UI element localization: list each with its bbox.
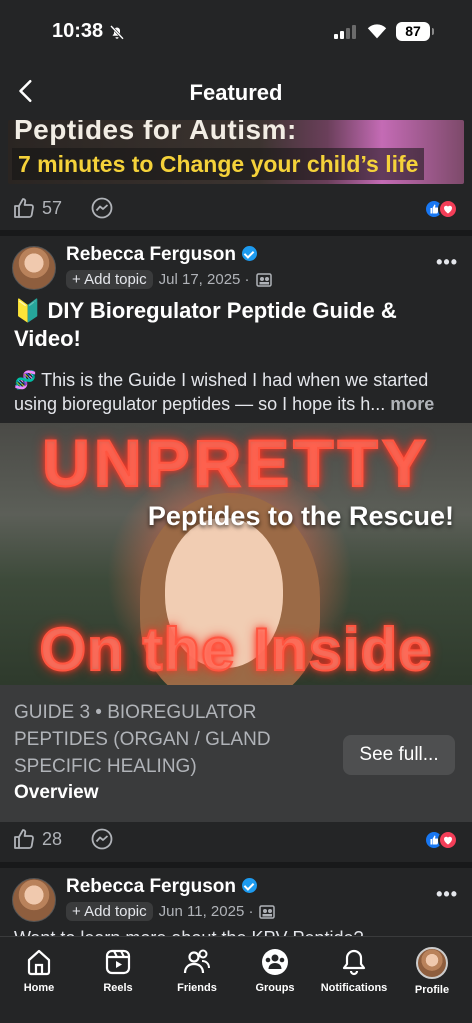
tab-friends[interactable]: Friends [157, 947, 237, 994]
author-avatar[interactable] [12, 878, 56, 922]
groups-icon [262, 949, 288, 975]
tab-label: Reels [103, 982, 133, 994]
reaction-badges[interactable] [424, 199, 460, 219]
post-meta: + Add topic Jun 11, 2025 · [66, 902, 276, 921]
wifi-icon [367, 24, 387, 39]
add-topic-button[interactable]: + Add topic [66, 902, 153, 921]
tab-home[interactable]: Home [0, 947, 79, 994]
messenger-share-icon[interactable] [90, 827, 114, 851]
cellular-signal-icon [334, 24, 356, 39]
post-date: Jun 11, 2025 · [158, 903, 254, 920]
bottom-tab-bar: Home Reels Friends Groups Notifications … [0, 936, 472, 1023]
image-footer-text: On the Inside [38, 615, 433, 684]
verified-badge-icon [242, 246, 257, 261]
status-time: 10:38 [52, 20, 104, 42]
tab-label: Profile [414, 984, 450, 996]
more-options-icon[interactable]: ••• [436, 884, 458, 905]
video-thumbnail[interactable]: Peptides for Autism: 7 minutes to Change… [8, 120, 464, 184]
page-title: Featured [189, 80, 283, 105]
post-meta: + Add topic Jul 17, 2025 · [66, 270, 272, 289]
like-count: 28 [42, 829, 63, 849]
image-headline: UNPRETTY [41, 425, 430, 501]
author-name[interactable]: Rebecca Ferguson [66, 876, 257, 898]
post-body: 🧬 This is the Guide I wished I had when … [14, 370, 435, 414]
tab-profile[interactable]: Profile [392, 947, 472, 996]
avatar [416, 947, 448, 979]
image-subheadline: Peptides to the Rescue! [147, 501, 454, 531]
tab-label: Friends [177, 982, 217, 994]
thumbnail-title: Peptides for Autism: [14, 120, 297, 145]
tab-label: Notifications [320, 982, 388, 994]
home-icon [27, 949, 51, 976]
like-count: 57 [42, 198, 63, 218]
post-header: Rebecca Ferguson + Add topic Jun 11, 202… [0, 874, 472, 934]
reaction-badges[interactable] [424, 830, 460, 850]
tab-label: Home [23, 982, 55, 994]
love-reaction-icon [438, 830, 458, 850]
link-preview-card[interactable]: GUIDE 3 • BIOREGULATOR PEPTIDES (ORGAN /… [0, 685, 472, 822]
audience-icon [259, 904, 276, 919]
post-header: Rebecca Ferguson + Add topic Jul 17, 202… [0, 242, 472, 302]
see-more-link[interactable]: more [390, 394, 434, 414]
post-divider [0, 230, 472, 236]
messenger-share-icon[interactable] [90, 196, 114, 220]
status-bar: 10:38 87 [0, 0, 472, 62]
verified-badge-icon [242, 878, 257, 893]
link-category: GUIDE 3 • BIOREGULATOR PEPTIDES (ORGAN /… [14, 702, 271, 777]
reels-icon [105, 949, 131, 975]
battery-indicator: 87 [396, 22, 434, 41]
link-title: Overview [14, 782, 99, 803]
reaction-bar: 57 [0, 186, 472, 230]
audience-icon [255, 272, 272, 287]
love-reaction-icon [438, 199, 458, 219]
post-date: Jul 17, 2025 · [158, 271, 250, 288]
tab-label: Groups [255, 982, 295, 994]
author-avatar[interactable] [12, 246, 56, 290]
post-body-peek: Want to learn more about the KPV Peptide… [14, 926, 460, 936]
thumbnail-subtitle: 7 minutes to Change your child’s life [12, 148, 425, 180]
tab-notifications[interactable]: Notifications [314, 947, 394, 994]
tab-groups[interactable]: Groups [235, 947, 315, 994]
bell-icon [342, 949, 366, 976]
more-options-icon[interactable]: ••• [436, 252, 458, 273]
see-full-button[interactable]: See full... [343, 735, 455, 775]
like-icon[interactable] [12, 827, 36, 851]
post-divider [0, 862, 472, 868]
nav-header: Featured [0, 62, 472, 120]
friends-icon [183, 949, 210, 974]
tab-reels[interactable]: Reels [78, 947, 158, 994]
author-name[interactable]: Rebecca Ferguson [66, 244, 257, 266]
like-icon[interactable] [12, 196, 36, 220]
reaction-bar: 28 [0, 817, 472, 861]
post-title: 🔰 DIY Bioregulator Peptide Guide & Video… [14, 298, 397, 351]
add-topic-button[interactable]: + Add topic [66, 270, 153, 289]
bell-slash-icon [110, 25, 124, 40]
post-image[interactable]: UNPRETTY Peptides to the Rescue! On the … [0, 423, 472, 685]
